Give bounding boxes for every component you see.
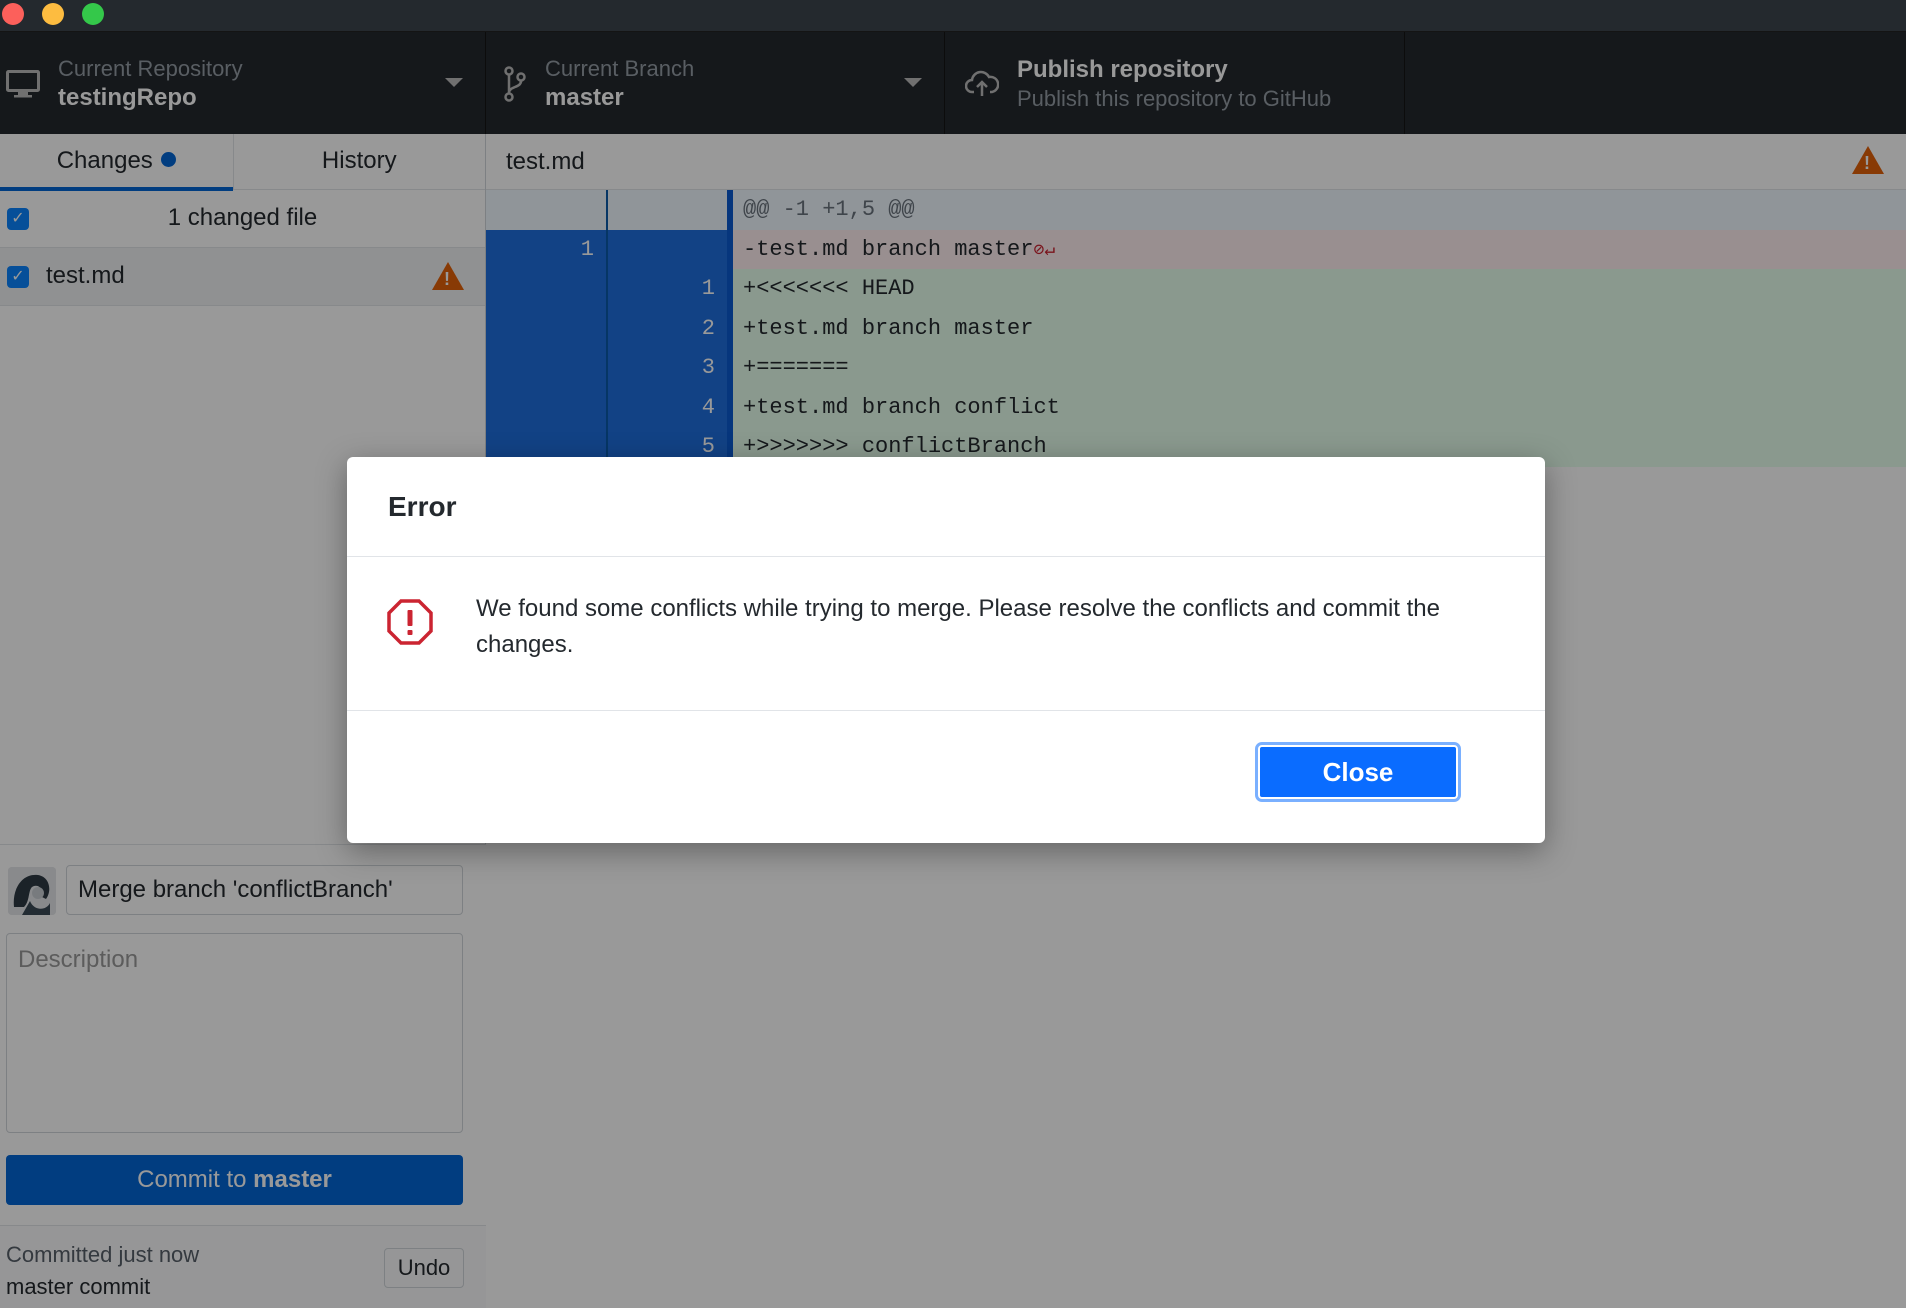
dialog-message: We found some conflicts while trying to … [476,595,1440,658]
title-bar [0,0,1906,32]
stop-error-icon [387,599,433,645]
dialog-header: Error [347,457,1545,557]
error-dialog: Error We found some conflicts while tryi… [347,457,1545,843]
close-button[interactable]: Close [1255,742,1461,802]
dialog-title: Error [388,491,457,522]
window-close-button[interactable] [2,3,24,25]
window-minimize-button[interactable] [42,3,64,25]
dialog-footer: Close [347,711,1545,843]
dialog-body: We found some conflicts while trying to … [347,557,1545,711]
window-zoom-button[interactable] [82,3,104,25]
